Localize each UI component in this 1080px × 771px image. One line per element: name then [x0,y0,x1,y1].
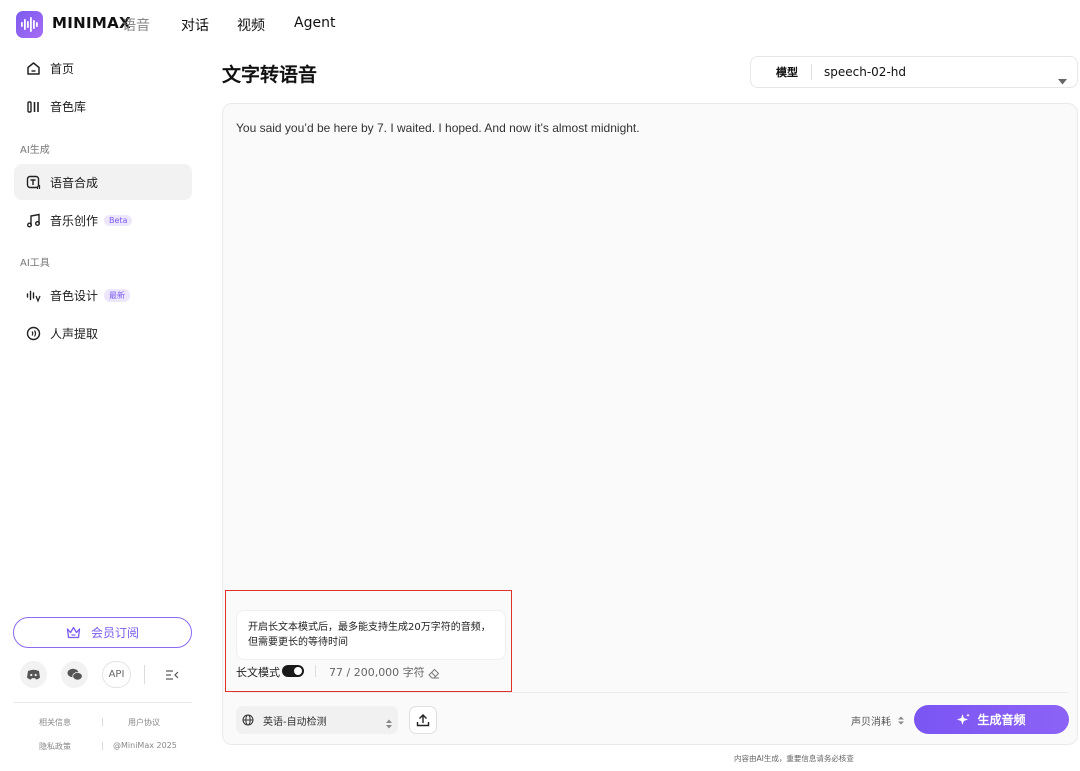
sort-arrows-icon [898,716,904,725]
sidebar-item-home[interactable]: 首页 [14,50,192,86]
new-badge: 最新 [104,289,130,302]
language-value: 英语-自动检测 [263,713,327,728]
model-select[interactable]: 模型 speech-02-hd [750,56,1078,88]
sidebar-item-label: 语音合成 [50,174,98,191]
api-button[interactable]: API [102,661,131,688]
discord-icon[interactable] [20,661,47,688]
subscribe-label: 会员订阅 [91,624,139,641]
wechat-icon[interactable] [61,661,88,688]
sidebar-item-voice-design[interactable]: 音色设计 最新 [14,277,192,313]
editor-toolbar-divider [232,692,1068,693]
sidebar: 首页 音色库 AI生成 语音合成 音乐创作 Beta AI工具 音色设计 最新 … [0,48,204,771]
brand-name: MINIMAX [52,14,131,32]
footer-divider [14,702,192,703]
user-agreement-link[interactable]: 用户协议 [128,717,160,728]
generate-label: 生成音频 [977,711,1025,728]
ai-disclaimer: 内容由AI生成，重要信息请务必核查 [734,753,854,764]
topnav-video[interactable]: 视频 [237,15,265,35]
page-title: 文字转语音 [222,60,317,87]
language-select[interactable]: 英语-自动检测 [236,706,398,734]
highlight-annotation [225,590,512,692]
sparkle-icon [957,713,970,726]
sort-arrows-icon [386,714,392,733]
cost-select[interactable]: 声贝消耗 [851,713,904,728]
upload-button[interactable] [409,706,437,734]
divider [811,64,812,80]
brand-subtitle: 语音 [122,15,150,35]
privacy-policy-link[interactable]: 隐私政策 [39,741,71,752]
tts-icon [24,173,42,191]
sidebar-item-vocal-extract[interactable]: 人声提取 [14,315,192,351]
crown-icon [66,626,81,639]
section-ai-generate: AI生成 [20,141,50,156]
copyright-text: @MiniMax 2025 [113,741,177,750]
api-label: API [109,669,125,680]
cost-label: 声贝消耗 [851,717,891,728]
music-icon [24,211,42,229]
topnav-agent[interactable]: Agent [294,15,335,31]
home-icon [24,59,42,77]
sidebar-item-label: 音乐创作 [50,212,98,229]
upload-icon [416,713,430,727]
changelog-icon[interactable] [158,661,185,688]
sidebar-item-label: 人声提取 [50,325,98,342]
library-icon [24,97,42,115]
sidebar-item-label: 音色库 [50,98,86,115]
voice-design-icon [24,286,42,304]
model-value: speech-02-hd [824,65,906,79]
sidebar-item-music[interactable]: 音乐创作 Beta [14,202,192,238]
footer-separator: | [101,717,104,726]
beta-badge: Beta [104,215,132,226]
globe-icon [242,714,254,726]
section-ai-tools: AI工具 [20,254,50,269]
minimax-logo-icon[interactable] [16,11,43,38]
sidebar-item-tts[interactable]: 语音合成 [14,164,192,200]
subscribe-button[interactable]: 会员订阅 [13,617,192,648]
topnav-chat[interactable]: 对话 [181,15,209,35]
sidebar-item-label: 音色设计 [50,287,98,304]
caret-down-icon [1058,70,1067,89]
vocal-extract-icon [24,324,42,342]
generate-audio-button[interactable]: 生成音频 [914,705,1069,734]
related-info-link[interactable]: 相关信息 [39,717,71,728]
divider [144,665,145,684]
sidebar-item-voice-library[interactable]: 音色库 [14,88,192,124]
editor-content[interactable]: You said you’d be here by 7. I waited. I… [236,121,1056,135]
model-label: 模型 [776,64,798,80]
footer-separator: | [101,741,104,750]
top-bar: MINIMAX 语音 对话 视频 Agent [0,0,1080,48]
sidebar-item-label: 首页 [50,60,74,77]
